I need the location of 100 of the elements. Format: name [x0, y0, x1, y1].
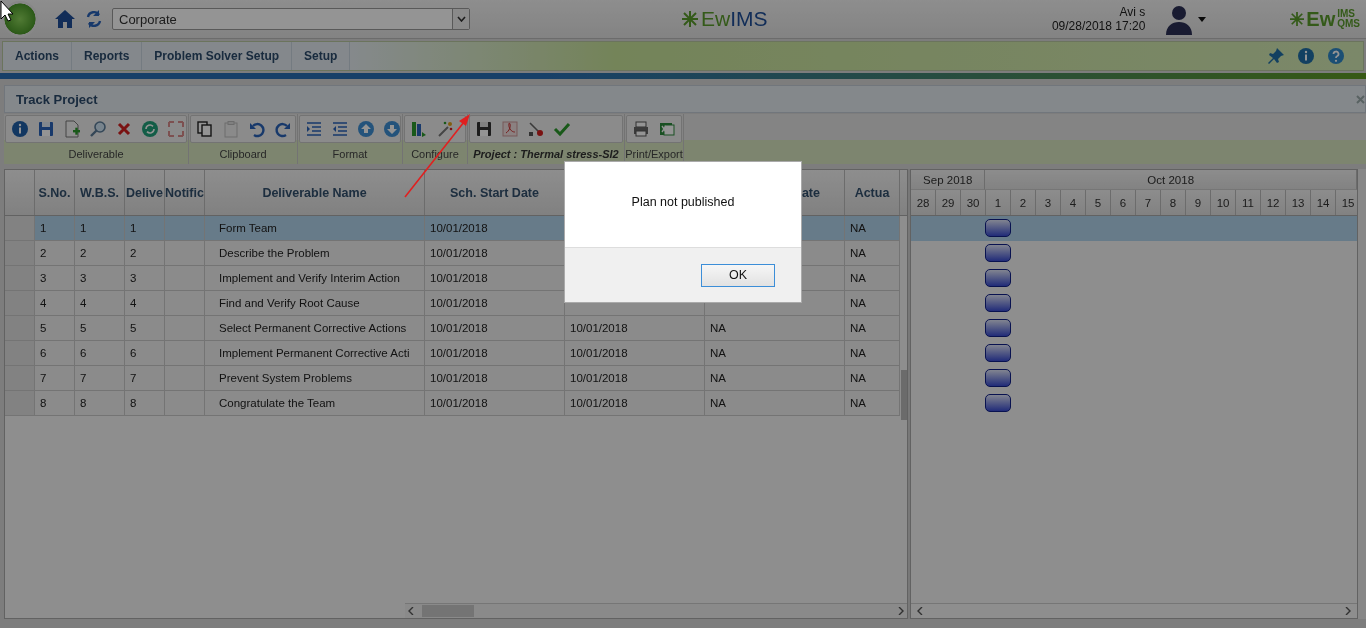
day-label: 6 — [1119, 196, 1127, 209]
logo-icon — [2, 1, 38, 37]
caret-icon[interactable] — [1198, 16, 1207, 22]
spreadsheet-export-icon[interactable] — [658, 120, 676, 138]
move-up-icon[interactable] — [357, 120, 375, 138]
flower-icon — [682, 11, 698, 27]
gantt-bar[interactable] — [985, 294, 1012, 312]
info-icon[interactable] — [11, 120, 29, 138]
table-cell: Implement and Verify Interim Action — [219, 272, 400, 284]
dialog-message: Plan not published — [631, 194, 735, 209]
tool-icon[interactable] — [527, 120, 545, 138]
table-cell: 1 — [80, 222, 87, 234]
copy-icon[interactable] — [196, 120, 214, 138]
delete-icon[interactable] — [115, 120, 133, 138]
gantt-bar[interactable] — [985, 394, 1012, 412]
table-cell: Implement Permanent Corrective Acti — [219, 347, 410, 359]
check-icon[interactable] — [553, 120, 571, 138]
close-icon[interactable] — [1356, 94, 1365, 104]
table-cell: 10/01/2018 — [570, 397, 628, 409]
day-label: 28 — [916, 196, 930, 209]
table-cell: Congratulate the Team — [219, 397, 336, 409]
refresh-icon[interactable] — [141, 120, 159, 138]
mouse-pointer-icon — [0, 0, 14, 22]
gantt-bar[interactable] — [985, 244, 1012, 262]
day-label: 1 — [994, 196, 1002, 209]
toolbar-group-label: Deliverable — [67, 146, 125, 162]
gantt-bar[interactable] — [985, 344, 1012, 362]
move-down-icon[interactable] — [383, 120, 401, 138]
day-label: 9 — [1194, 196, 1202, 209]
panel-title: Track Project — [16, 91, 98, 107]
ok-button[interactable]: OK — [701, 263, 775, 287]
info-icon[interactable] — [1297, 47, 1315, 65]
table-cell: 4 — [80, 297, 87, 309]
column-header[interactable]: Notific — [165, 185, 204, 200]
table-cell: NA — [710, 347, 726, 359]
column-header[interactable]: W.B.S. — [80, 185, 119, 200]
corner-logo-top-text: IMS — [1337, 9, 1356, 19]
scroll-left-icon[interactable] — [917, 607, 924, 615]
month-label: Oct 2018 — [1147, 173, 1195, 186]
search-icon[interactable] — [89, 120, 107, 138]
column-header[interactable]: S.No. — [38, 185, 71, 200]
table-cell: NA — [850, 397, 866, 409]
scrollbar-thumb[interactable] — [422, 605, 474, 617]
wand-icon[interactable] — [436, 120, 454, 138]
scrollbar-thumb[interactable] — [901, 370, 908, 420]
gantt-bar[interactable] — [985, 319, 1012, 337]
table-cell: 2 — [80, 247, 87, 259]
horizontal-scrollbar[interactable] — [405, 603, 908, 618]
scroll-right-icon[interactable] — [898, 607, 905, 615]
home-icon[interactable] — [54, 9, 76, 29]
save-icon[interactable] — [475, 120, 493, 138]
vertical-scrollbar[interactable] — [1358, 169, 1366, 619]
column-header[interactable]: ate — [801, 185, 820, 200]
indent-icon[interactable] — [305, 120, 323, 138]
horizontal-scrollbar[interactable] — [911, 603, 1358, 618]
table-row[interactable]: 6 6 6 Implement Permanent Corrective Acti 10/01/2018 10/01/2018 NA NA — [5, 341, 900, 366]
help-icon[interactable] — [1327, 47, 1345, 65]
column-header[interactable]: Actua — [854, 185, 890, 200]
save-icon[interactable] — [37, 120, 55, 138]
table-cell: 3 — [40, 272, 47, 284]
table-cell: 5 — [40, 322, 47, 334]
table-cell: 10/01/2018 — [430, 372, 488, 384]
column-header[interactable]: Delive — [126, 185, 163, 200]
redo-icon[interactable] — [274, 120, 292, 138]
table-cell: 3 — [80, 272, 87, 284]
column-header[interactable]: Sch. Start Date — [450, 185, 539, 200]
columns-icon[interactable] — [410, 120, 428, 138]
table-cell: 7 — [80, 372, 87, 384]
table-row[interactable]: 5 5 5 Select Permanent Corrective Actions 10/01/2018 10/01/2018 NA NA — [5, 316, 900, 341]
table-cell: 8 — [80, 397, 87, 409]
organization-select[interactable]: Corporate — [112, 8, 470, 30]
scroll-left-icon[interactable] — [408, 607, 414, 615]
print-icon[interactable] — [632, 120, 650, 138]
table-cell: 8 — [130, 397, 137, 409]
gantt-bar[interactable] — [985, 369, 1012, 387]
refresh-icon[interactable] — [84, 9, 104, 29]
gantt-bar[interactable] — [985, 219, 1012, 237]
day-label: 12 — [1266, 196, 1280, 209]
table-cell: 10/01/2018 — [430, 222, 488, 234]
toolbar-group-label: Print/Export — [625, 146, 683, 162]
add-document-icon[interactable] — [63, 120, 81, 138]
day-label: 4 — [1069, 196, 1077, 209]
table-cell: Form Team — [219, 222, 277, 234]
scroll-right-icon[interactable] — [1345, 607, 1352, 615]
table-cell: 6 — [80, 347, 87, 359]
corner-logo-text: Ew — [1306, 7, 1336, 31]
table-row[interactable]: 7 7 7 Prevent System Problems 10/01/2018 10/01/2018 NA NA — [5, 366, 900, 391]
undo-icon[interactable] — [248, 120, 266, 138]
table-cell: 3 — [130, 272, 137, 284]
flower-icon — [1290, 12, 1305, 26]
expand-icon[interactable] — [167, 120, 185, 138]
day-label: 30 — [966, 196, 980, 209]
pdf-icon[interactable] — [501, 120, 519, 138]
toolbar-group-label: Format — [331, 146, 369, 162]
column-header[interactable]: Deliverable Name — [262, 185, 367, 200]
pin-icon[interactable] — [1267, 47, 1285, 65]
table-row[interactable]: 8 8 8 Congratulate the Team 10/01/2018 10/01/2018 NA NA — [5, 391, 900, 416]
gantt-bar[interactable] — [985, 269, 1012, 287]
day-label: 10 — [1216, 196, 1230, 209]
outdent-icon[interactable] — [331, 120, 349, 138]
